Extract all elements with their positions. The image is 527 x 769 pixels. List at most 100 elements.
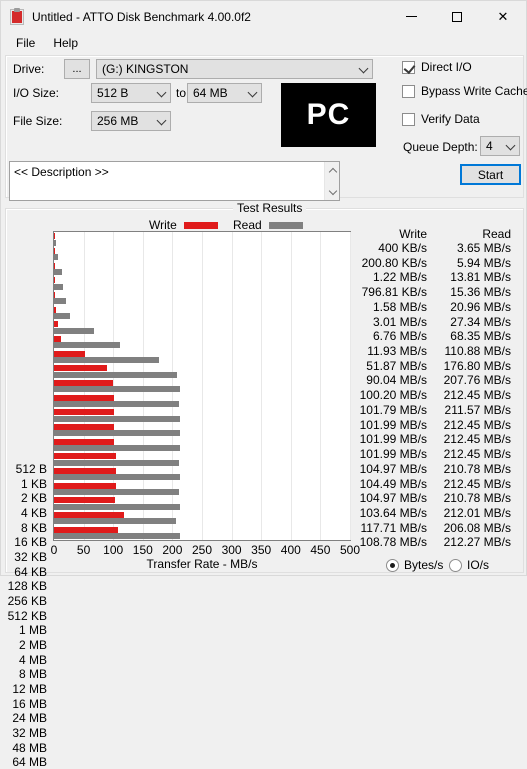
title-bar: Untitled - ATTO Disk Benchmark 4.00.0f2 …	[1, 1, 526, 32]
chart-x-tick: 400	[280, 543, 301, 557]
chart-bar-write	[54, 497, 116, 504]
chart-bar-read	[54, 532, 180, 539]
verify-data-label: Verify Data	[421, 112, 480, 126]
chart-bar-write	[54, 482, 117, 489]
chart-bar-read	[54, 400, 180, 407]
chart-gridline	[261, 232, 263, 540]
chart-y-label: 4 KB	[20, 506, 47, 520]
result-write-value: 400 KB/s	[378, 241, 427, 255]
results-table-row: 101.99 MB/s 212.45 MB/s	[353, 447, 521, 462]
chart-gridline	[202, 232, 203, 540]
result-read-value: 211.57 MB/s	[444, 402, 511, 417]
chart-gridline	[320, 232, 322, 540]
direct-io-label: Direct I/O	[421, 60, 472, 74]
maximize-button[interactable]	[434, 1, 480, 32]
chart-bar-write	[54, 277, 55, 284]
description-value: << Description >>	[14, 165, 109, 179]
drive-select[interactable]: (G:) KINGSTON	[96, 59, 373, 79]
chart-x-tick: 150	[132, 543, 153, 557]
start-button[interactable]: Start	[460, 164, 521, 185]
minimize-button[interactable]	[388, 1, 434, 32]
chart-bar-read	[54, 254, 58, 261]
benchmark-bar-chart	[53, 231, 351, 541]
menu-item-file[interactable]: File	[7, 33, 44, 53]
chart-bar-read	[54, 371, 177, 378]
result-write-value: 1.22 MB/s	[372, 270, 427, 285]
menu-item-help[interactable]: Help	[44, 33, 87, 53]
result-write-value: 51.87 MB/s	[366, 358, 427, 373]
clipboard-icon	[9, 7, 25, 25]
bypass-write-cache-checkbox[interactable]: Bypass Write Cache	[402, 84, 527, 98]
chart-bar-write	[54, 526, 119, 533]
chart-bar-write	[54, 511, 124, 518]
chart-y-label: 8 KB	[20, 520, 47, 535]
chevron-down-icon	[505, 140, 516, 151]
results-table-row: 104.49 MB/s 212.45 MB/s	[353, 477, 521, 492]
chart-bar-read	[54, 356, 159, 363]
unit-io-label: IO/s	[467, 558, 490, 572]
results-table-row: 90.04 MB/s 207.76 MB/s	[353, 373, 521, 388]
result-read-value: 110.88 MB/s	[444, 344, 511, 359]
file-size-select[interactable]: 256 MB	[91, 111, 171, 131]
chart-y-label: 64 KB	[14, 564, 47, 579]
io-size-to-select[interactable]: 64 MB	[187, 83, 262, 103]
chart-bar-read	[54, 488, 179, 495]
result-read-value: 20.96 MB/s	[450, 299, 511, 314]
description-input[interactable]: << Description >>	[9, 161, 340, 201]
result-write-value: 200.80 KB/s	[361, 255, 427, 270]
pc-logo: PC	[281, 83, 376, 147]
chart-bar-read	[54, 268, 63, 275]
chart-x-tick: 350	[251, 543, 272, 557]
chart-y-label: 256 KB	[7, 594, 47, 608]
result-write-value: 101.99 MB/s	[359, 417, 427, 432]
result-read-value: 206.08 MB/s	[443, 520, 511, 535]
queue-depth-select[interactable]: 4	[480, 136, 520, 156]
chart-y-label: 12 MB	[12, 682, 47, 696]
result-read-value: 210.78 MB/s	[443, 461, 511, 476]
unit-io-radio[interactable]: IO/s	[449, 558, 489, 572]
description-scrollbar[interactable]	[324, 162, 339, 200]
results-table-row: 1.58 MB/s 20.96 MB/s	[353, 300, 521, 315]
column-header-write: Write	[399, 227, 427, 241]
result-read-value: 68.35 MB/s	[450, 329, 511, 344]
chart-y-label: 128 KB	[7, 579, 47, 594]
unit-bytes-radio[interactable]: Bytes/s	[386, 558, 443, 572]
results-table-row: 117.71 MB/s 206.08 MB/s	[353, 521, 521, 536]
verify-data-checkbox[interactable]: Verify Data	[402, 112, 480, 126]
menu-bar: File Help	[1, 32, 526, 54]
unit-bytes-label: Bytes/s	[404, 558, 444, 572]
chart-bar-write	[54, 438, 115, 445]
results-table-row: 101.99 MB/s 212.45 MB/s	[353, 432, 521, 447]
chart-y-label: 16 MB	[12, 696, 47, 711]
checkbox-box	[402, 84, 415, 98]
browse-drive-button[interactable]: ...	[64, 59, 90, 79]
io-size-to-label: to	[176, 86, 187, 100]
results-table-header: Write Read	[353, 227, 521, 241]
chart-bar-write	[54, 291, 55, 298]
results-table-row: 104.97 MB/s 210.78 MB/s	[353, 462, 521, 477]
scroll-up-button[interactable]	[325, 162, 340, 178]
chart-bar-read	[54, 503, 180, 510]
direct-io-checkbox[interactable]: Direct I/O	[402, 60, 472, 74]
pc-logo-text: PC	[306, 98, 351, 131]
chart-x-tick: 300	[221, 543, 242, 557]
result-read-value: 212.45 MB/s	[443, 388, 511, 403]
chevron-down-icon	[156, 87, 167, 98]
chart-x-tick: 50	[76, 543, 91, 557]
io-size-label: I/O Size:	[13, 86, 60, 100]
chart-y-label: 8 MB	[18, 667, 47, 682]
result-write-value: 6.76 MB/s	[372, 329, 427, 344]
results-table-row: 51.87 MB/s 176.80 MB/s	[353, 359, 521, 374]
result-write-value: 117.71 MB/s	[360, 520, 427, 535]
result-read-value: 3.65 MB/s	[456, 241, 511, 255]
chart-bar-write	[54, 321, 58, 328]
drive-label: Drive:	[13, 62, 45, 76]
io-size-from-select[interactable]: 512 B	[91, 83, 171, 103]
chart-bar-write	[54, 467, 116, 474]
chart-bar-write	[54, 379, 114, 386]
chart-bar-read	[54, 474, 180, 481]
chart-bar-write	[54, 262, 55, 269]
scroll-down-button[interactable]	[325, 184, 340, 200]
result-read-value: 212.27 MB/s	[443, 535, 511, 550]
close-button[interactable]: ✕	[480, 1, 526, 32]
